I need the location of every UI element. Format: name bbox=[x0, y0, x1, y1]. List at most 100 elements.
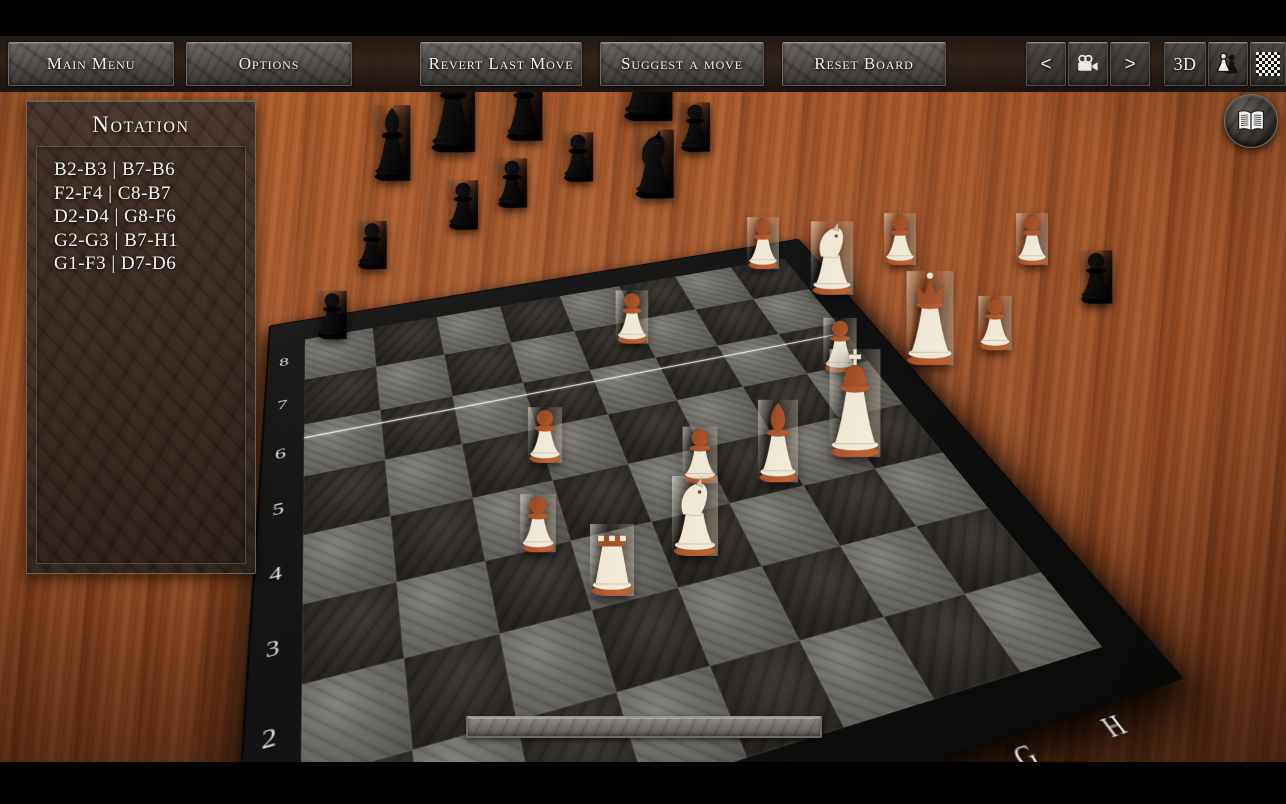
white-pawn-shape bbox=[527, 407, 563, 463]
white-pawn-shape bbox=[884, 212, 916, 266]
view-mode-3d-button[interactable]: 3D bbox=[1164, 42, 1206, 86]
two-pawns-icon bbox=[1216, 52, 1238, 74]
board-square[interactable] bbox=[301, 581, 404, 685]
board-square[interactable] bbox=[803, 468, 916, 546]
letterbox-bottom bbox=[0, 762, 1286, 804]
board-square[interactable] bbox=[840, 526, 964, 617]
black-pawn[interactable] bbox=[496, 158, 528, 208]
white-knight[interactable] bbox=[672, 476, 718, 556]
options-label: Options bbox=[238, 54, 300, 73]
black-pawn-shape bbox=[447, 180, 479, 230]
white-queen-shape bbox=[906, 270, 954, 366]
notation-panel: Notation B2-B3 | B7-B6 F2-F4 | C8-B7 D2-D4… bbox=[26, 100, 256, 574]
open-book-button[interactable] bbox=[1224, 94, 1278, 148]
board-square[interactable] bbox=[591, 587, 710, 692]
chevron-right-icon: > bbox=[1124, 53, 1136, 75]
board-square[interactable] bbox=[883, 593, 1021, 700]
camera-view-button[interactable] bbox=[1068, 42, 1108, 86]
white-pawn-shape bbox=[615, 290, 649, 344]
chevron-left-icon: < bbox=[1040, 53, 1052, 75]
notation-move-row[interactable]: G1-F3 | D7-D6 bbox=[54, 252, 245, 276]
black-bishop[interactable] bbox=[373, 105, 411, 181]
white-pawn[interactable] bbox=[884, 212, 916, 266]
board-square[interactable] bbox=[395, 560, 500, 659]
board-square[interactable] bbox=[963, 571, 1103, 673]
white-pawn[interactable] bbox=[520, 493, 556, 553]
black-pawn[interactable] bbox=[1079, 250, 1113, 304]
white-queen[interactable] bbox=[906, 270, 954, 366]
black-pawn-shape bbox=[496, 158, 528, 208]
file-label-h: H bbox=[1094, 708, 1134, 744]
white-pawn[interactable] bbox=[527, 407, 563, 463]
main-menu-button[interactable]: Main Menu bbox=[8, 42, 174, 86]
board-square[interactable] bbox=[389, 498, 486, 582]
letterbox-top bbox=[0, 0, 1286, 36]
white-pawn-shape bbox=[682, 426, 718, 484]
board-square[interactable] bbox=[678, 566, 799, 666]
black-knight-shape bbox=[634, 129, 674, 199]
black-pawn-shape bbox=[679, 102, 711, 152]
black-pawn[interactable] bbox=[317, 290, 347, 340]
white-pawn[interactable] bbox=[1016, 212, 1048, 266]
rank-label-7: 7 bbox=[276, 396, 288, 413]
revert-last-move-label: Revert Last Move bbox=[428, 54, 574, 73]
white-knight-shape bbox=[810, 221, 854, 295]
notation-move-row[interactable]: B2-B3 | B7-B6 bbox=[54, 158, 245, 182]
white-pawn[interactable] bbox=[682, 426, 718, 484]
reset-board-label: Reset Board bbox=[814, 54, 914, 73]
white-bishop[interactable] bbox=[757, 399, 799, 483]
chess-game-window: ABCDEFGH12345678 bbox=[0, 0, 1286, 804]
previous-move-button[interactable]: < bbox=[1026, 42, 1066, 86]
white-pawn[interactable] bbox=[747, 216, 779, 270]
notation-move-row[interactable]: G2-G3 | B7-H1 bbox=[54, 229, 245, 253]
board-square[interactable] bbox=[499, 610, 616, 720]
white-rook-shape bbox=[590, 524, 634, 596]
board-square[interactable] bbox=[874, 452, 989, 527]
white-knight[interactable] bbox=[810, 221, 854, 295]
board-square[interactable] bbox=[303, 459, 390, 536]
board-square[interactable] bbox=[915, 507, 1041, 594]
checkerboard-icon bbox=[1256, 52, 1280, 76]
board-square[interactable] bbox=[798, 616, 935, 728]
black-pawn[interactable] bbox=[562, 132, 594, 182]
rank-label-6: 6 bbox=[274, 444, 287, 463]
white-king[interactable] bbox=[829, 348, 881, 458]
black-knight[interactable] bbox=[634, 129, 674, 199]
notation-move-list[interactable]: B2-B3 | B7-B6 F2-F4 | C8-B7 D2-D4 | G8-F6 G… bbox=[36, 146, 246, 564]
white-pawn-shape bbox=[520, 493, 556, 553]
white-pawn[interactable] bbox=[615, 290, 649, 344]
board-square[interactable] bbox=[728, 485, 841, 567]
next-move-button[interactable]: > bbox=[1110, 42, 1150, 86]
board-square[interactable] bbox=[709, 640, 844, 758]
reset-board-button[interactable]: Reset Board bbox=[782, 42, 946, 86]
notation-move-row[interactable]: F2-F4 | C8-B7 bbox=[54, 182, 245, 206]
notation-move-row[interactable]: D2-D4 | G8-F6 bbox=[54, 205, 245, 229]
suggest-a-move-button[interactable]: Suggest a move bbox=[600, 42, 764, 86]
white-rook[interactable] bbox=[590, 524, 634, 596]
revert-last-move-button[interactable]: Revert Last Move bbox=[420, 42, 582, 86]
white-king-shape bbox=[829, 348, 881, 458]
white-pawn-shape bbox=[747, 216, 779, 270]
top-toolbar: Main Menu Options Revert Last Move Sugge… bbox=[0, 36, 1286, 92]
board-square[interactable] bbox=[761, 545, 884, 641]
black-pawn[interactable] bbox=[679, 102, 711, 152]
black-pawn-shape bbox=[317, 290, 347, 340]
black-bishop-shape bbox=[373, 105, 411, 181]
main-menu-label: Main Menu bbox=[46, 54, 136, 73]
status-progress-bar[interactable] bbox=[466, 716, 822, 738]
white-pawn-shape bbox=[978, 295, 1012, 351]
black-pawn[interactable] bbox=[357, 220, 387, 270]
white-bishop-shape bbox=[757, 399, 799, 483]
board-square[interactable] bbox=[485, 540, 592, 634]
board-style-button[interactable] bbox=[1250, 42, 1286, 86]
options-button[interactable]: Options bbox=[186, 42, 352, 86]
board-square[interactable] bbox=[302, 516, 396, 604]
notation-title: Notation bbox=[92, 112, 190, 137]
pieces-style-button[interactable] bbox=[1208, 42, 1248, 86]
suggest-a-move-label: Suggest a move bbox=[621, 54, 743, 73]
white-pawn-shape bbox=[1016, 212, 1048, 266]
white-knight-shape bbox=[672, 476, 718, 556]
white-pawn[interactable] bbox=[978, 295, 1012, 351]
black-pawn[interactable] bbox=[447, 180, 479, 230]
open-book-icon bbox=[1238, 110, 1264, 132]
